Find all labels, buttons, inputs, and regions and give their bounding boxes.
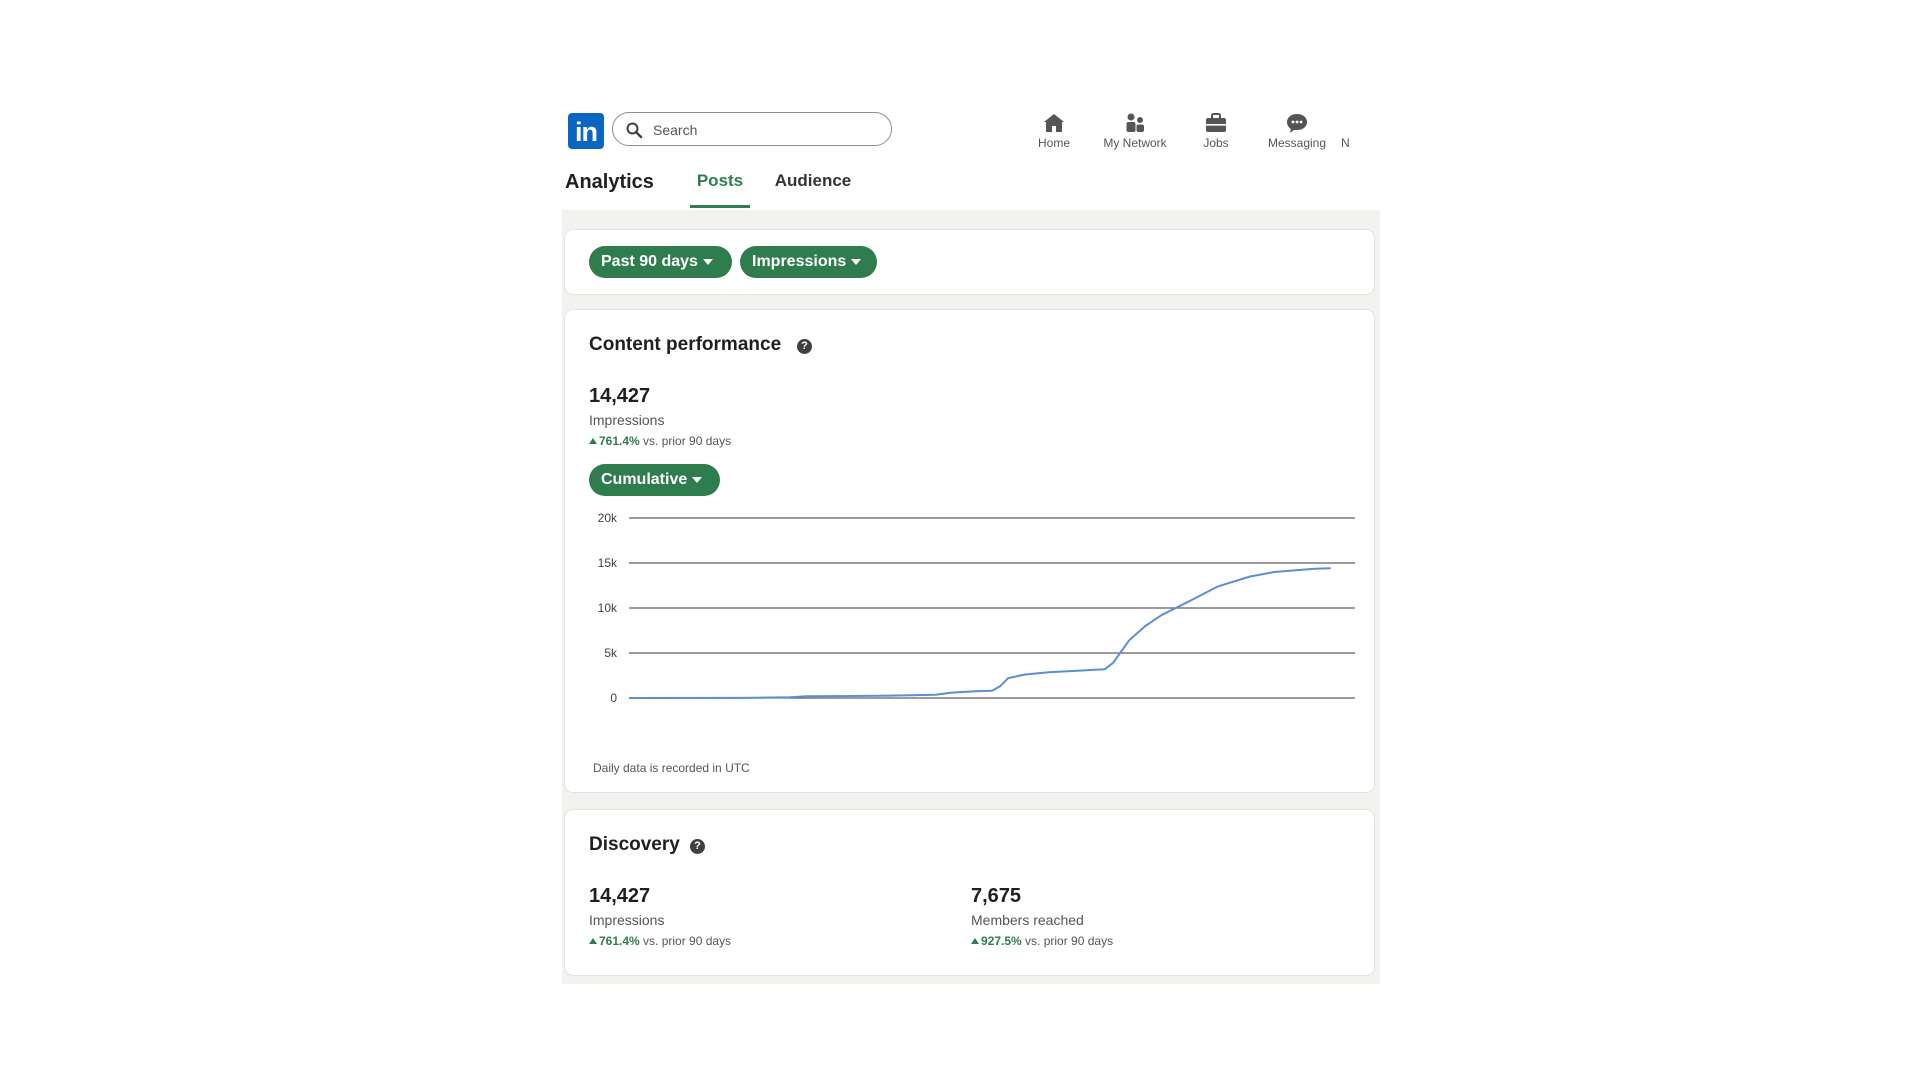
members-reached-change-text: vs. prior 90 days [1025,934,1114,948]
nav-my-network[interactable]: My Network [1095,112,1175,156]
content-performance-title: Content performance [589,334,782,355]
trend-up-icon [589,438,597,444]
impressions-change-text: vs. prior 90 days [643,434,732,448]
discovery-impressions-change-pct: 761.4% [599,934,640,948]
chevron-down-icon [702,258,713,265]
discovery-impressions-value: 14,427 [589,885,651,907]
members-reached-change: 927.5% vs. prior 90 days [971,934,1113,948]
help-icon[interactable]: ? [690,839,705,854]
people-icon [1126,113,1144,132]
chevron-down-icon [692,476,703,483]
trend-up-icon [589,938,597,944]
nav-home[interactable]: Home [1014,112,1094,156]
impressions-change-pct: 761.4% [599,434,640,448]
nav-messaging-label: Messaging [1267,136,1327,150]
search-box[interactable] [612,112,892,146]
impressions-label: Impressions [589,412,665,428]
impressions-series-line [628,567,1331,699]
nav-jobs-label: Jobs [1203,136,1229,150]
metric-dropdown[interactable]: Impressions [740,246,877,278]
y-tick-label: 5k [604,646,618,660]
discovery-impressions-change-text: vs. prior 90 days [643,934,732,948]
metric-label: Impressions [752,253,847,270]
impressions-line-chart: 05k10k15k20kAug 30Sep 13Sep 27Oct 11Oct … [598,511,1355,705]
chart-note: Daily data is recorded in UTC [593,761,750,775]
y-tick-label: 10k [598,601,618,615]
message-icon [1287,114,1307,133]
members-reached-value: 7,675 [971,885,1022,907]
discovery-card: Discovery ? 14,427 Impressions 761.4% vs… [565,810,1374,975]
page-title: Analytics [565,171,654,193]
date-range-dropdown[interactable]: Past 90 days [589,246,732,278]
y-tick-label: 20k [598,511,618,525]
discovery-impressions-label: Impressions [589,912,665,928]
impressions-value: 14,427 [589,385,651,407]
home-icon [1044,114,1064,132]
nav-messaging[interactable]: Messaging [1257,112,1337,156]
discovery-impressions-change: 761.4% vs. prior 90 days [589,934,731,948]
nav-home-label: Home [1037,136,1070,150]
nav-my-network-label: My Network [1103,136,1167,150]
content-performance-card: Content performance ? 14,427 Impressions… [565,310,1374,792]
search-input[interactable] [651,118,875,142]
nav-jobs[interactable]: Jobs [1176,112,1256,156]
y-tick-label: 0 [610,691,617,705]
cumulative-label: Cumulative [601,471,688,488]
chevron-down-icon [851,258,862,265]
help-icon[interactable]: ? [797,339,812,354]
y-tick-label: 15k [598,556,618,570]
app-window: in Home My Network [562,106,1380,984]
date-range-label: Past 90 days [601,253,698,270]
impressions-change: 761.4% vs. prior 90 days [589,434,731,448]
trend-up-icon [971,938,979,944]
search-icon [626,122,643,139]
members-reached-change-pct: 927.5% [981,934,1022,948]
members-reached-label: Members reached [971,912,1084,928]
top-navigation-bar: in Home My Network [562,106,1380,159]
nav-notifications[interactable]: N [1338,112,1380,156]
analytics-header: Analytics Posts Audience [562,158,1380,210]
briefcase-icon [1206,113,1226,132]
cumulative-dropdown[interactable]: Cumulative [589,464,720,496]
nav-notifications-label: N [1341,136,1350,150]
tab-audience[interactable]: Audience [770,158,856,208]
linkedin-logo[interactable]: in [568,113,604,149]
discovery-title: Discovery [589,834,680,855]
tab-posts[interactable]: Posts [690,158,750,208]
filters-card: Past 90 days Impressions [565,230,1374,294]
